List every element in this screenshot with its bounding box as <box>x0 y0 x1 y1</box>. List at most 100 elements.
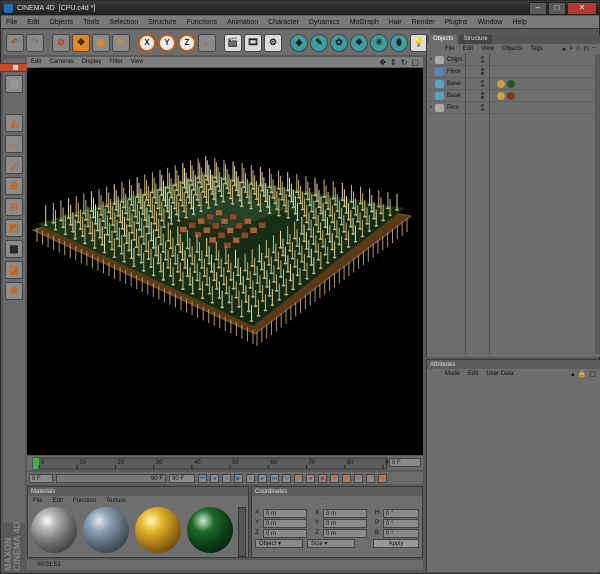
visibility-dots[interactable] <box>475 56 489 63</box>
material-tag-icon[interactable] <box>507 91 515 100</box>
visibility-dots[interactable] <box>475 68 489 75</box>
key-scale-icon[interactable]: ▦ <box>342 473 351 483</box>
snap-icon[interactable]: ◩ <box>5 219 23 237</box>
3d-viewport[interactable] <box>27 68 423 455</box>
material-gold-swatch[interactable] <box>135 507 181 553</box>
objects-menu-objects[interactable]: Objects <box>498 46 526 52</box>
axis-y-button[interactable]: Y <box>158 33 176 52</box>
new-window-icon[interactable]: ▢ <box>589 370 596 378</box>
pan-icon[interactable]: ✥ <box>379 58 386 67</box>
materials-menu-texture[interactable]: Texture <box>101 498 131 504</box>
up-arrow-icon[interactable]: ▴ <box>571 370 575 378</box>
materials-scrollbar[interactable] <box>238 507 246 557</box>
size-y-field[interactable]: 0 m <box>323 518 367 528</box>
attributes-menu-mode[interactable]: Mode <box>441 371 464 377</box>
menu-edit[interactable]: Edit <box>22 19 44 26</box>
menu-structure[interactable]: Structure <box>143 19 181 26</box>
autokey-icon[interactable]: ◉ <box>318 473 327 483</box>
rotation-b-field[interactable]: 0 ° <box>383 528 419 538</box>
objects-menu-edit[interactable]: Edit <box>459 46 477 52</box>
menu-selection[interactable]: Selection <box>104 19 143 26</box>
orbit-icon[interactable]: ↻ <box>401 58 408 67</box>
texture-tool-icon[interactable]: ⊞ <box>5 177 23 195</box>
use-point-tool-icon[interactable]: ◭ <box>5 114 23 132</box>
position-x-field[interactable]: 0 m <box>263 508 307 518</box>
material-tag-icon[interactable] <box>497 55 505 64</box>
viewport-menu-view[interactable]: View <box>127 59 148 65</box>
maximize-icon[interactable]: □ <box>548 2 566 15</box>
end-frame-field[interactable]: 90 F <box>169 473 195 483</box>
menu-help[interactable]: Help <box>507 19 531 26</box>
objects-menu-file[interactable]: File <box>441 46 459 52</box>
menu-window[interactable]: Window <box>473 19 508 26</box>
attributes-menu-user-data[interactable]: User Data <box>482 371 517 377</box>
play-icon[interactable]: ▶ <box>234 473 243 483</box>
expand-icon[interactable]: + <box>427 57 435 63</box>
objects-menu-view[interactable]: View <box>477 46 498 52</box>
menu-mograph[interactable]: MoGraph <box>345 19 384 26</box>
minimize-icon[interactable]: – <box>529 2 547 15</box>
minimize-panel-icon[interactable]: − <box>592 45 596 53</box>
spline-pen-icon[interactable]: ✎ <box>310 33 328 52</box>
material-tag-icon[interactable] <box>497 91 505 100</box>
position-z-field[interactable]: 0 m <box>263 528 307 538</box>
coordinate-system-icon[interactable]: ⌐ <box>198 33 216 52</box>
coordinate-mode-select[interactable]: Object ▾ <box>255 539 303 548</box>
paint-icon[interactable]: ❀ <box>5 282 23 300</box>
workplane-tool-icon[interactable]: ⊟ <box>5 198 23 216</box>
arrow-right-icon[interactable]: ▸ <box>563 45 567 53</box>
tab-structure[interactable]: Structure <box>459 35 492 44</box>
object-row-base[interactable]: Base <box>427 78 600 90</box>
next-frame-icon[interactable]: ▹ <box>246 473 255 483</box>
visibility-dots[interactable] <box>475 104 489 111</box>
prev-frame-icon[interactable]: ◃ <box>222 473 231 483</box>
size-z-field[interactable]: 0 m <box>323 528 367 538</box>
close-icon[interactable]: ✕ <box>567 2 597 15</box>
checker-icon[interactable]: ▩ <box>5 240 23 258</box>
menu-dynamics[interactable]: Dynamics <box>304 19 345 26</box>
apply-button[interactable]: Apply <box>373 539 419 548</box>
deformer-icon[interactable]: ✳ <box>370 33 388 52</box>
key-param-icon[interactable]: P <box>366 473 375 483</box>
size-mode-select[interactable]: Size ▾ <box>307 539 355 548</box>
object-row-floor[interactable]: Floor <box>427 66 600 78</box>
scale-icon[interactable]: ▣ <box>92 33 110 52</box>
material-tag-icon[interactable] <box>507 79 515 88</box>
axis-x-button[interactable]: X <box>138 33 156 52</box>
menu-file[interactable]: File <box>1 19 22 26</box>
size-x-field[interactable]: 0 m <box>323 508 367 518</box>
viewport-menu-display[interactable]: Display <box>78 59 106 65</box>
rotate-icon[interactable]: ↻ <box>112 33 130 52</box>
lock-icon[interactable]: 🔒 <box>578 370 587 378</box>
objects-menu-tags[interactable]: Tags <box>526 46 547 52</box>
attributes-menu-edit[interactable]: Edit <box>464 371 482 377</box>
start-frame-field[interactable]: 0 F <box>29 473 53 483</box>
toggle-view-icon[interactable]: ▢ <box>411 58 419 67</box>
materials-menu-file[interactable]: File <box>28 498 48 504</box>
viewport-menu-cameras[interactable]: Cameras <box>45 59 77 65</box>
position-y-field[interactable]: 0 m <box>263 518 307 528</box>
move-icon[interactable]: ✥ <box>72 33 90 52</box>
material-tag-icon[interactable] <box>497 79 505 88</box>
menu-plugins[interactable]: Plugins <box>440 19 473 26</box>
rotation-h-field[interactable]: 0 ° <box>383 508 419 518</box>
live-selection-icon[interactable]: ⊘ <box>52 33 70 52</box>
menu-character[interactable]: Character <box>263 19 304 26</box>
next-key-icon[interactable]: ▸ <box>258 473 267 483</box>
materials-menu-edit[interactable]: Edit <box>48 498 68 504</box>
material-chrome-swatch[interactable] <box>83 507 129 553</box>
timeline[interactable]: 0102030405060708090 0 F <box>27 456 423 470</box>
collapse-icon[interactable]: ⊓ <box>583 45 588 53</box>
render-settings-icon[interactable]: ⚙ <box>264 33 282 52</box>
menu-tools[interactable]: Tools <box>78 19 104 26</box>
locked-workplane-icon[interactable]: ◪ <box>5 261 23 279</box>
search-icon[interactable]: ⌕ <box>569 45 573 53</box>
use-edge-tool-icon[interactable]: ∟ <box>5 135 23 153</box>
menu-functions[interactable]: Functions <box>182 19 222 26</box>
home-icon[interactable]: ⌂ <box>576 45 580 53</box>
loop-icon[interactable]: ↻ <box>282 473 291 483</box>
current-frame-field[interactable]: 0 F <box>389 458 421 467</box>
key-pla-icon[interactable]: ▩ <box>378 473 387 483</box>
axis-z-button[interactable]: Z <box>178 33 196 52</box>
go-to-start-icon[interactable]: ⏮ <box>198 473 207 483</box>
